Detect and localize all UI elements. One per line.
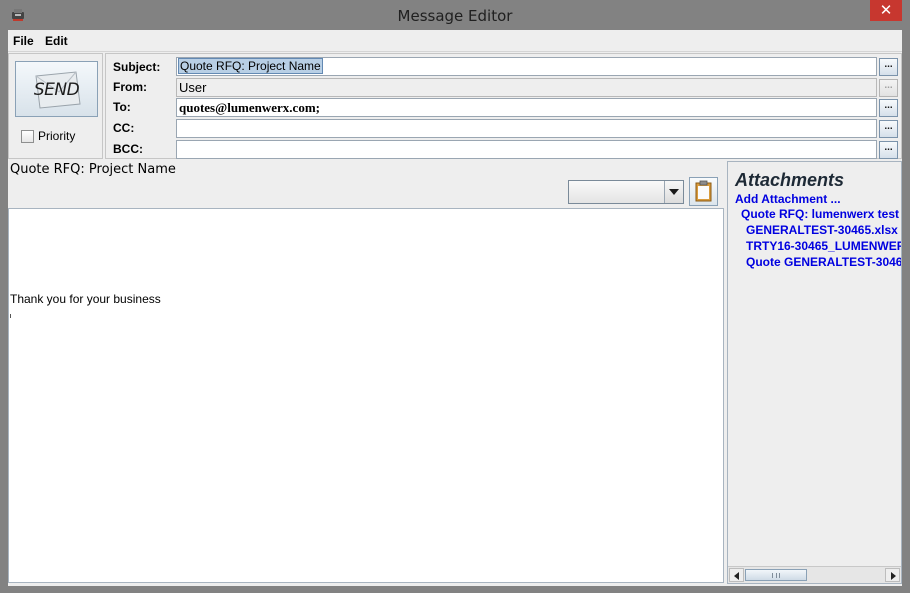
- clipboard-icon: [690, 180, 717, 208]
- body-text: Thank you for your business: [10, 292, 161, 306]
- title-bar[interactable]: Message Editor ✕: [0, 0, 910, 30]
- from-field[interactable]: User: [176, 78, 877, 97]
- send-label: SEND: [33, 80, 80, 100]
- text-caret: [10, 314, 11, 318]
- send-panel: SEND Priority: [8, 53, 103, 159]
- scroll-left-arrow-icon[interactable]: [729, 568, 744, 582]
- cc-label: CC:: [113, 121, 135, 135]
- to-label: To:: [113, 100, 131, 114]
- from-label: From:: [113, 80, 147, 94]
- to-value: quotes@lumenwerx.com;: [179, 100, 320, 115]
- bcc-browse-button[interactable]: ...: [879, 141, 898, 159]
- subject-field[interactable]: Quote RFQ: Project Name: [176, 57, 877, 76]
- scrollbar-thumb[interactable]: [745, 569, 807, 581]
- attachments-panel: Attachments Add Attachment ... Quote RFQ…: [727, 161, 902, 584]
- from-browse-button[interactable]: ...: [879, 79, 898, 97]
- scroll-right-arrow-icon[interactable]: [885, 568, 900, 582]
- message-body-editor[interactable]: Thank you for your business: [8, 208, 724, 583]
- attachment-item[interactable]: TRTY16-30465_LUMENWER: [746, 239, 901, 253]
- send-button[interactable]: SEND: [15, 61, 98, 117]
- to-browse-button[interactable]: ...: [879, 99, 898, 117]
- subject-browse-button[interactable]: ...: [879, 58, 898, 76]
- menu-file[interactable]: File: [13, 34, 34, 48]
- message-editor-window: Message Editor ✕ File Edit SEND Priority…: [0, 0, 910, 593]
- menu-edit[interactable]: Edit: [45, 34, 68, 48]
- horizontal-scrollbar[interactable]: [728, 566, 901, 583]
- priority-checkbox[interactable]: [21, 130, 34, 143]
- window-title: Message Editor: [397, 7, 513, 25]
- add-attachment-link[interactable]: Add Attachment ...: [735, 192, 841, 206]
- menu-bar: File Edit: [8, 30, 902, 52]
- grip-icon: [772, 573, 780, 578]
- format-dropdown[interactable]: [568, 180, 684, 204]
- cc-browse-button[interactable]: ...: [879, 120, 898, 138]
- editor-title: Quote RFQ: Project Name: [10, 162, 176, 177]
- message-body-panel: Quote RFQ: Project Name Thank you for yo…: [8, 161, 725, 584]
- bcc-label: BCC:: [113, 142, 143, 156]
- priority-label: Priority: [38, 129, 76, 143]
- paste-button[interactable]: [689, 177, 718, 206]
- subject-value: Quote RFQ: Project Name: [178, 58, 323, 74]
- bcc-field[interactable]: [176, 140, 877, 159]
- cc-field[interactable]: [176, 119, 877, 138]
- attachments-title: Attachments: [735, 170, 845, 190]
- attachment-item[interactable]: Quote GENERALTEST-3046: [746, 255, 901, 269]
- client-area: File Edit SEND Priority Subject: Quote R…: [8, 30, 902, 586]
- subject-label: Subject:: [113, 60, 161, 74]
- chevron-down-icon[interactable]: [664, 181, 683, 203]
- attachment-item[interactable]: Quote RFQ: lumenwerx test: [741, 207, 899, 221]
- close-button[interactable]: ✕: [870, 0, 902, 21]
- attachment-item[interactable]: GENERALTEST-30465.xlsx: [746, 223, 898, 237]
- to-field[interactable]: quotes@lumenwerx.com;: [176, 98, 877, 117]
- address-fields-panel: Subject: Quote RFQ: Project Name ... Fro…: [105, 53, 902, 159]
